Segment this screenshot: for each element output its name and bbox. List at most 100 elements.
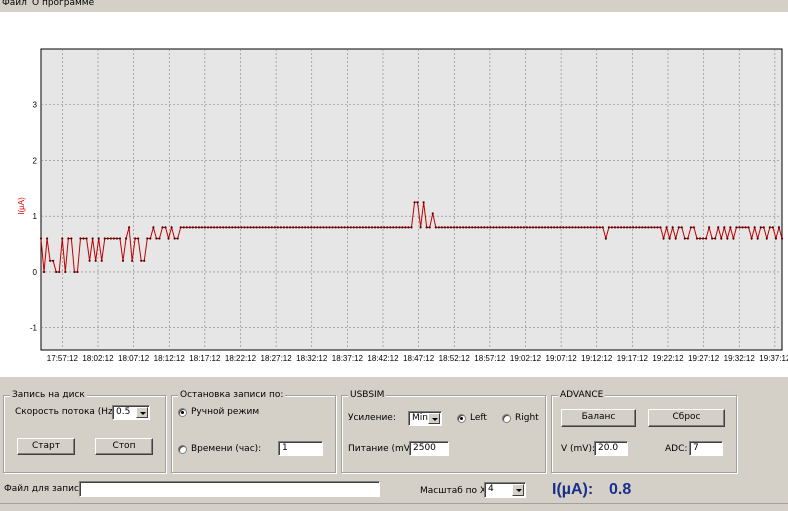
data-point: [194, 226, 197, 229]
data-point: [759, 226, 762, 229]
y-tick-label: 3: [33, 101, 38, 110]
data-point: [380, 226, 383, 229]
data-point: [97, 237, 100, 240]
x-tick-label: 18:57:12: [474, 354, 506, 363]
gain-select[interactable]: Min: [408, 411, 442, 426]
data-point: [550, 226, 553, 229]
data-point: [222, 226, 225, 229]
data-point: [203, 226, 207, 229]
data-point: [115, 237, 119, 240]
data-point: [152, 226, 155, 229]
data-point: [209, 226, 213, 229]
data-point: [170, 226, 173, 229]
data-point: [307, 226, 310, 229]
data-point: [112, 237, 115, 240]
menu-bar: Файл О программе: [0, 0, 788, 12]
x-tick-label: 18:47:12: [403, 354, 435, 363]
data-point: [774, 237, 778, 240]
data-point: [544, 226, 547, 229]
chevron-down-icon[interactable]: [512, 484, 524, 496]
time-mode-radio[interactable]: [178, 445, 187, 454]
data-point: [228, 226, 231, 229]
chevron-down-icon[interactable]: [136, 407, 148, 418]
file-input[interactable]: [79, 481, 380, 497]
balance-button[interactable]: Баланс: [561, 409, 636, 427]
power-input[interactable]: 2500: [409, 441, 449, 456]
data-point: [458, 226, 462, 229]
y-axis-label: I(µA): [17, 197, 26, 215]
start-button[interactable]: Старт: [17, 438, 75, 455]
data-point: [231, 226, 234, 229]
gain-label: Усиление:: [348, 413, 396, 423]
data-point: [780, 237, 784, 240]
x-tick-label: 18:27:12: [261, 354, 293, 363]
data-point: [49, 259, 52, 262]
data-point: [662, 237, 665, 240]
data-point: [416, 201, 419, 204]
data-point: [568, 226, 571, 229]
data-point: [161, 226, 164, 229]
data-point: [704, 237, 708, 240]
chevron-down-icon[interactable]: [428, 413, 440, 424]
data-point: [258, 226, 261, 229]
y-tick-label: 0: [33, 268, 38, 277]
data-point: [188, 226, 191, 229]
manual-mode-radio[interactable]: [178, 408, 187, 417]
data-point: [720, 237, 723, 240]
data-point: [616, 226, 620, 229]
adc-label: ADC:: [665, 444, 688, 454]
scale-select[interactable]: 4: [484, 482, 526, 498]
current-readout-value: 0.8: [609, 481, 632, 498]
data-point: [361, 226, 365, 229]
data-point: [191, 226, 194, 229]
right-radio[interactable]: [502, 414, 511, 423]
reset-button[interactable]: Сброс: [648, 409, 725, 427]
voltage-label: V (mV):: [561, 444, 595, 454]
data-point: [632, 226, 635, 229]
data-point: [641, 226, 644, 229]
rate-select[interactable]: 0.5: [112, 405, 150, 420]
adc-input[interactable]: 7: [689, 441, 723, 456]
data-point: [565, 226, 568, 229]
data-point: [477, 226, 480, 229]
data-point: [334, 226, 337, 229]
left-radio[interactable]: [457, 414, 466, 423]
data-point: [708, 226, 711, 229]
data-point: [267, 226, 270, 229]
data-point: [768, 226, 771, 229]
stop-button[interactable]: Стоп: [95, 438, 153, 455]
menu-about[interactable]: О программе: [32, 0, 94, 9]
data-point: [237, 226, 240, 229]
data-point: [434, 226, 437, 229]
data-point: [668, 237, 671, 240]
data-point: [534, 226, 538, 229]
data-point: [158, 237, 161, 240]
data-point: [282, 226, 286, 229]
data-point: [455, 226, 459, 229]
data-point: [137, 237, 140, 240]
data-point: [100, 259, 103, 262]
data-point: [531, 226, 535, 229]
data-point: [370, 226, 374, 229]
data-point: [723, 226, 726, 229]
data-point: [777, 226, 781, 229]
data-point: [407, 226, 410, 229]
data-point: [182, 226, 185, 229]
data-point: [58, 270, 61, 274]
usbsim-group: USBSIM Усиление: Min Left Right Питание …: [341, 389, 546, 473]
time-input[interactable]: 1: [278, 441, 323, 456]
data-point: [714, 237, 717, 240]
data-point: [376, 226, 380, 229]
menu-file[interactable]: Файл: [2, 0, 27, 9]
data-point: [659, 226, 662, 229]
x-tick-label: 18:17:12: [189, 354, 221, 363]
data-point: [528, 226, 532, 229]
time-mode-label: Времени (час):: [191, 444, 262, 454]
data-point: [246, 226, 249, 229]
voltage-input[interactable]: 20.0: [594, 441, 628, 456]
data-point: [76, 270, 79, 274]
data-point: [732, 237, 735, 240]
data-point: [276, 226, 279, 229]
data-point: [425, 226, 428, 229]
data-point: [213, 226, 216, 229]
